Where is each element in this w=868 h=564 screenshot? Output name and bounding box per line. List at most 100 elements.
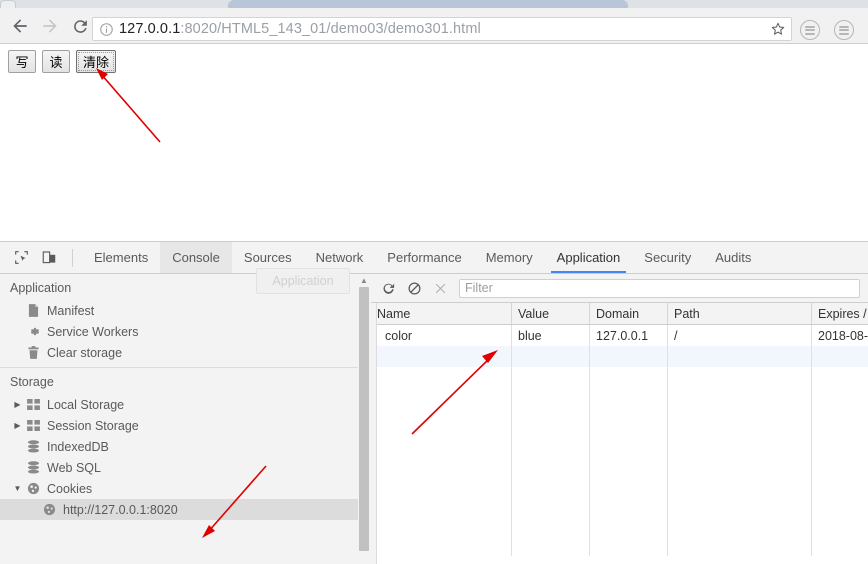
tab-memory[interactable]: Memory xyxy=(474,242,545,273)
page-button-group: 写 读 清除 xyxy=(8,50,117,73)
gear-icon xyxy=(26,325,41,338)
tab-performance[interactable]: Performance xyxy=(375,242,473,273)
table-filler-row xyxy=(371,409,868,430)
application-sidebar: Application Manifest Service Workers Cle… xyxy=(0,274,370,564)
column-header-expires[interactable]: Expires / Ma... xyxy=(812,303,868,324)
cell-empty xyxy=(668,493,812,514)
toolbar-divider xyxy=(72,248,73,267)
back-button[interactable] xyxy=(6,12,34,40)
cell-empty xyxy=(371,472,512,493)
table-row-empty[interactable] xyxy=(371,346,868,367)
sidebar-scrollbar[interactable]: ▲ xyxy=(358,274,370,564)
tab-active[interactable] xyxy=(228,0,628,8)
cookie-icon xyxy=(26,482,41,495)
extension-icon-1[interactable] xyxy=(800,20,820,40)
extension-icon-2[interactable] xyxy=(834,20,854,40)
reload-button[interactable] xyxy=(66,12,94,40)
bookmark-button[interactable] xyxy=(765,17,791,41)
sidebar-item-label: Local Storage xyxy=(47,397,125,412)
tab-console[interactable]: Console xyxy=(160,242,232,273)
grid-icon xyxy=(26,420,41,431)
cell-empty xyxy=(371,367,512,388)
column-header-name[interactable]: Name xyxy=(371,303,512,324)
scrollbar-thumb[interactable] xyxy=(359,287,369,551)
tab-elements[interactable]: Elements xyxy=(82,242,160,273)
column-header-value[interactable]: Value xyxy=(512,303,590,324)
address-host: 127.0.0.1 xyxy=(119,21,181,37)
sidebar-item-local-storage[interactable]: ▶ Local Storage xyxy=(0,394,369,415)
cell-empty xyxy=(812,346,868,367)
filter-input[interactable]: Filter xyxy=(459,278,860,298)
cell-expires: 2018-08-15... xyxy=(818,328,868,343)
cell-empty xyxy=(371,451,512,472)
address-bar-text: 127.0.0.1:8020/HTML5_143_01/demo03/demo3… xyxy=(117,21,765,37)
cell-empty xyxy=(668,388,812,409)
read-button[interactable]: 读 xyxy=(42,50,70,73)
forward-button[interactable] xyxy=(36,12,64,40)
page-viewport: 写 读 清除 xyxy=(0,45,868,241)
responsive-device-icon xyxy=(42,251,55,264)
bookmark-star-icon xyxy=(771,22,785,35)
cell-empty xyxy=(812,535,868,556)
delete-selected-icon[interactable] xyxy=(427,276,453,300)
refresh-icon[interactable] xyxy=(375,276,401,300)
document-glyph xyxy=(28,304,39,317)
cell-empty xyxy=(512,451,590,472)
write-button[interactable]: 写 xyxy=(8,50,36,73)
sidebar-item-service-workers[interactable]: Service Workers xyxy=(0,321,369,342)
refresh-glyph xyxy=(383,283,394,294)
cell-empty xyxy=(812,472,868,493)
address-bar[interactable]: 127.0.0.1:8020/HTML5_143_01/demo03/demo3… xyxy=(92,17,792,41)
application-tooltip: Application xyxy=(256,268,350,294)
cell-empty xyxy=(812,367,868,388)
cookie-glyph xyxy=(43,503,56,516)
extension-glyph-2 xyxy=(839,24,849,36)
cell-name: color xyxy=(371,325,512,346)
cookies-panel: Filter Name Value Domain Path Expires / … xyxy=(371,274,868,564)
table-filler-row xyxy=(371,430,868,451)
sidebar-item-clear-storage[interactable]: Clear storage xyxy=(0,342,369,363)
clear-button[interactable]: 清除 xyxy=(76,50,117,73)
device-toolbar-icon[interactable] xyxy=(35,242,63,273)
sidebar-item-cookies[interactable]: ▼ Cookies xyxy=(0,478,369,499)
cookies-table: Name Value Domain Path Expires / Ma... c… xyxy=(371,303,868,556)
cell-empty xyxy=(812,430,868,451)
table-filler-row xyxy=(371,472,868,493)
column-header-domain[interactable]: Domain xyxy=(590,303,668,324)
grid-glyph xyxy=(27,399,40,410)
cell-empty xyxy=(371,346,512,367)
cell-empty xyxy=(512,514,590,535)
chevron-down-icon[interactable]: ▼ xyxy=(13,484,22,493)
cell-empty xyxy=(668,367,812,388)
grid-glyph xyxy=(27,420,40,431)
main-panel-edge xyxy=(371,303,377,564)
table-filler-row xyxy=(371,367,868,388)
extension-glyph-1 xyxy=(805,24,815,36)
chevron-right-icon[interactable]: ▶ xyxy=(13,400,22,409)
cell-empty xyxy=(668,346,812,367)
chevron-right-icon[interactable]: ▶ xyxy=(13,421,22,430)
site-info-icon[interactable] xyxy=(95,18,117,40)
database-icon xyxy=(26,440,41,453)
cell-empty xyxy=(812,514,868,535)
sidebar-item-indexeddb[interactable]: IndexedDB xyxy=(0,436,369,457)
table-row[interactable]: color blue 127.0.0.1 / 2018-08-15... xyxy=(371,325,868,346)
cell-empty xyxy=(812,409,868,430)
inspect-element-icon[interactable] xyxy=(7,242,35,273)
cookies-toolbar: Filter xyxy=(371,274,868,303)
scroll-up-arrow-icon[interactable]: ▲ xyxy=(358,274,370,286)
tab-application[interactable]: Application xyxy=(545,242,633,273)
cell-empty xyxy=(590,514,668,535)
gear-glyph xyxy=(30,327,40,336)
sidebar-item-manifest[interactable]: Manifest xyxy=(0,300,369,321)
column-header-path[interactable]: Path xyxy=(668,303,812,324)
tab-security[interactable]: Security xyxy=(632,242,703,273)
cookies-origin-entry[interactable]: http://127.0.0.1:8020 xyxy=(0,499,369,520)
tab-audits[interactable]: Audits xyxy=(703,242,763,273)
table-filler-row xyxy=(371,388,868,409)
cell-empty xyxy=(512,493,590,514)
sidebar-item-web-sql[interactable]: Web SQL xyxy=(0,457,369,478)
clear-all-cookies-icon[interactable] xyxy=(401,276,427,300)
sidebar-item-session-storage[interactable]: ▶ Session Storage xyxy=(0,415,369,436)
tab-inactive[interactable] xyxy=(0,0,16,8)
